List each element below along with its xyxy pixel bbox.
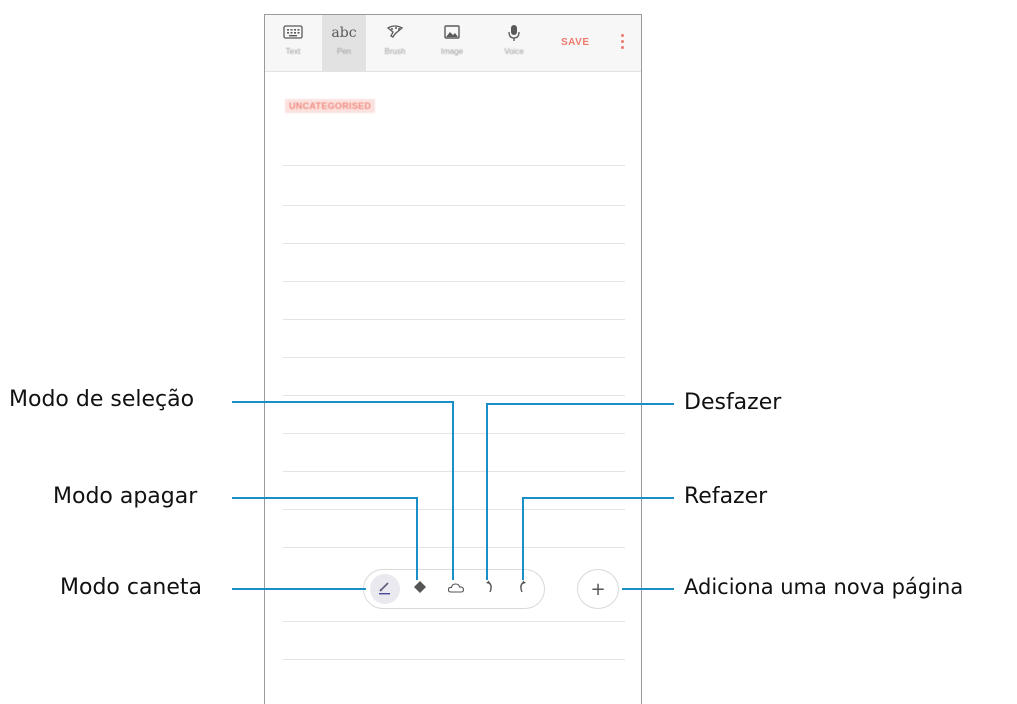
callout-pen-mode: Modo caneta <box>60 575 203 600</box>
callout-line-undo <box>486 403 674 580</box>
callout-undo: Desfazer <box>684 390 782 415</box>
callout-line-redo <box>522 497 674 580</box>
callout-redo: Refazer <box>684 484 768 509</box>
callout-erase-mode: Modo apagar <box>53 484 198 509</box>
callout-line-erase <box>232 497 418 580</box>
callout-line-selection <box>232 401 454 580</box>
callout-add-page: Adiciona uma nova página <box>684 575 964 599</box>
callout-selection-mode: Modo de seleção <box>9 387 195 412</box>
